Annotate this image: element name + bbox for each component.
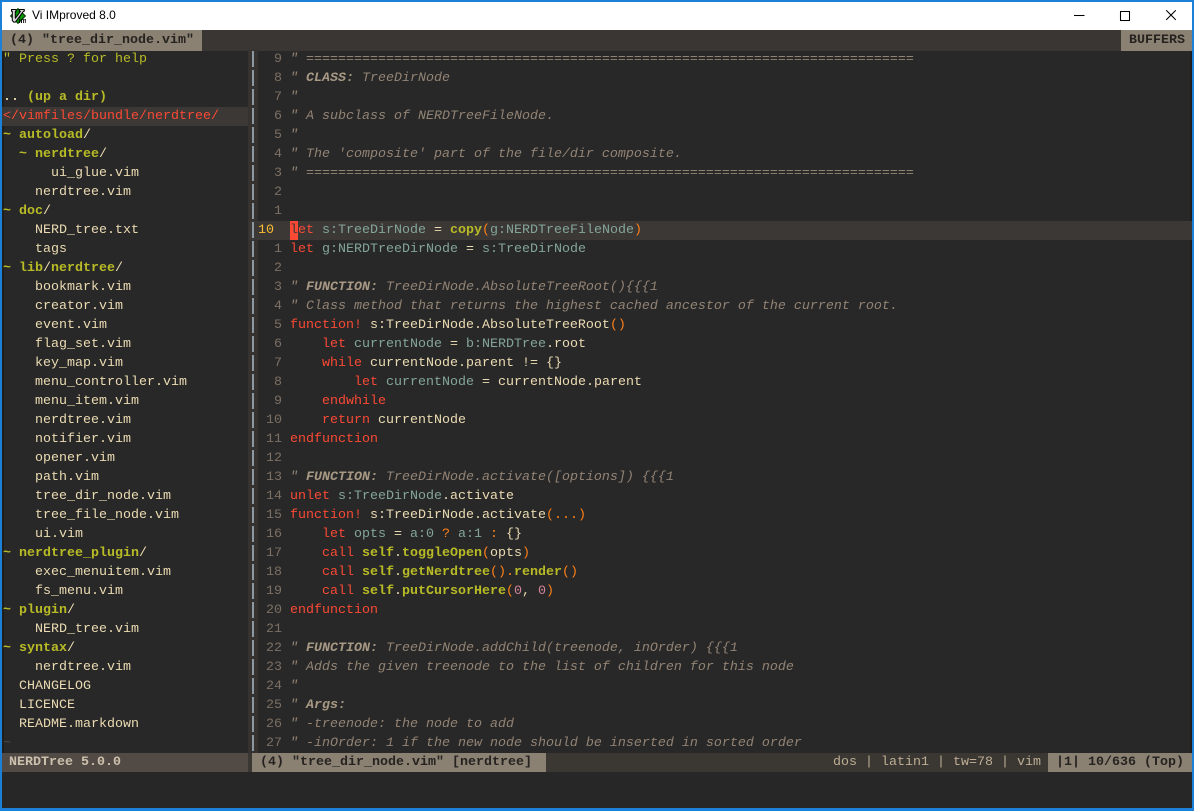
svg-text:im: im [19, 18, 26, 24]
